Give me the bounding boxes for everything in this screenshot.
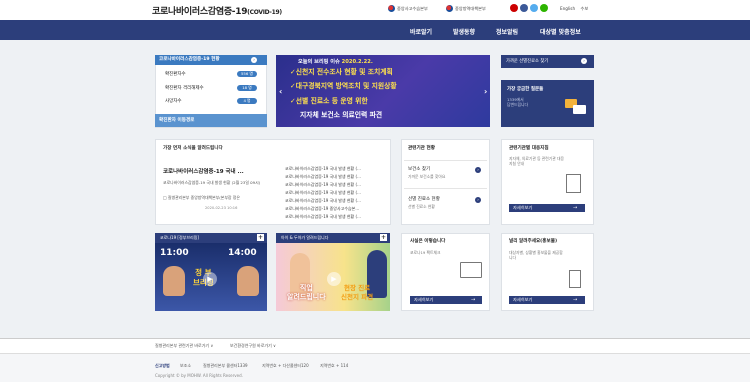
- banner-line-2: ✓선별 진료소 등 운영 위한: [290, 97, 368, 105]
- video2-caption-2: 현장 진료 신천지 파견: [341, 284, 374, 301]
- play-icon[interactable]: ▶: [327, 272, 341, 286]
- fact-title: 사실은 이렇습니다: [410, 239, 446, 244]
- facebook-icon[interactable]: [520, 4, 528, 12]
- guideline-desc: 지자체, 의료기관 등 관련기관 대응 지침 안내: [509, 156, 564, 166]
- footer-info-1: 보조소: [180, 363, 192, 368]
- related-arrow-icon-1[interactable]: ›: [475, 197, 481, 203]
- poster-icon: [569, 270, 581, 288]
- status-label-1: 확진환자 격리해제수: [165, 86, 204, 91]
- footer-link-0[interactable]: 질병관리본부 관련기관 바로가기 ∨: [155, 343, 213, 349]
- status-value-1: 18 명: [237, 85, 257, 91]
- gov-seal-icon: [446, 5, 453, 12]
- nav-item-3[interactable]: 대상별 맞춤정보: [540, 27, 581, 36]
- video1-time1: 11:00: [160, 248, 189, 258]
- utility-links: English 수보: [560, 6, 588, 12]
- document-icon: [566, 174, 581, 193]
- status-more-icon[interactable]: ›: [251, 57, 257, 63]
- nav-item-2[interactable]: 정보알림: [496, 27, 518, 36]
- footer-info-4: 지역번호 + 114: [320, 363, 349, 368]
- related-title: 관련기관 현황: [408, 146, 435, 151]
- arrow-right-icon: →: [573, 205, 578, 211]
- arrow-right-icon: →: [471, 297, 476, 303]
- route-link[interactable]: 확진환자 이동경로: [155, 114, 267, 127]
- footer-info-0[interactable]: 신고방법: [155, 363, 170, 369]
- news-title: 가장 먼저 소식을 알려드립니다: [163, 146, 223, 151]
- video2-more-icon[interactable]: +: [380, 234, 387, 241]
- featured-news-title[interactable]: 코로나바이러스감염증-19 국내 ...: [163, 167, 244, 175]
- banner-prev-icon[interactable]: ‹: [279, 87, 282, 96]
- video1-time2: 14:00: [228, 248, 257, 258]
- blog-icon[interactable]: [540, 4, 548, 12]
- faq-title: 가장 궁금한 질문들: [507, 87, 544, 92]
- divider: [404, 188, 487, 189]
- fact-desc: 코로나19 팩트체크: [410, 250, 441, 255]
- video1-more-icon[interactable]: +: [257, 234, 264, 241]
- speaker-photo-2: [237, 266, 259, 296]
- guideline-title: 관련기관별 대응지침: [509, 146, 549, 151]
- divider: [404, 160, 487, 161]
- banner-line-0: ✓신천지 전수조사 현황 및 조치계획: [290, 68, 393, 76]
- news-item-6[interactable]: 코로나바이러스감염증-19 국내 발생 현황 (...: [285, 214, 361, 220]
- nav-item-0[interactable]: 바로알기: [410, 27, 432, 36]
- youtube-icon[interactable]: [510, 4, 518, 12]
- nav-item-1[interactable]: 발생동향: [453, 27, 475, 36]
- play-icon[interactable]: ▶: [203, 272, 217, 286]
- banner-badge: 오늘의 브리핑 이슈 2020.2.22.: [298, 59, 373, 65]
- news-item-1[interactable]: 코로나바이러스감염증-19 국내 발생 현황 (...: [285, 174, 361, 180]
- featured-news-desc: 코로나바이러스감염증-19 국내 발생 현황 (2월 23일 09시): [163, 180, 261, 185]
- footer: [0, 353, 750, 382]
- banner-line-1: ✓대구경북지역 방역조치 및 지원상황: [290, 82, 397, 90]
- twitter-icon[interactable]: [530, 4, 538, 12]
- footer-info-3: 지역번호 + 다산콜센터120: [262, 363, 309, 368]
- footer-link-1[interactable]: 보건환경연구원 바로가기 ∨: [230, 343, 276, 349]
- related-item-1-desc: 선별 진료소 현황: [408, 204, 435, 209]
- video1-title: 코로나19 [정부브리핑]: [160, 235, 199, 240]
- footer-links-band: [0, 338, 750, 353]
- menu-link[interactable]: 수보: [580, 6, 588, 11]
- status-label-0: 확진환자수: [165, 72, 186, 77]
- status-value-0: 556 명: [237, 71, 257, 77]
- news-item-0[interactable]: 코로나바이러스감염증-19 국내 발생 현황 (...: [285, 166, 361, 172]
- chat-icon-2: [573, 105, 586, 114]
- site-header: [0, 0, 750, 18]
- video2-title: 아이 & 두아가 알려드립니다: [281, 235, 329, 240]
- notice-desc: 대상자별, 상황별 홍보물을 제공합 니다: [509, 250, 563, 260]
- related-card: [401, 139, 490, 225]
- notice-title: 널리 알려주세요(홍보물): [509, 239, 558, 244]
- site-title[interactable]: 코로나바이러스감염증-19(COVID-19): [152, 4, 282, 17]
- news-item-5[interactable]: 코로나바이러스감염증-19 중앙사고수습본...: [285, 206, 359, 212]
- arrow-right-icon: →: [573, 297, 578, 303]
- featured-news-src: □ 질병관리본부 중앙방역대책본부(본부장 정은: [163, 195, 240, 200]
- monitor-icon: [460, 262, 482, 278]
- gov-link-2[interactable]: 중앙방역대책본부: [446, 5, 486, 12]
- news-item-3[interactable]: 코로나바이러스감염증-19 국내 발생 현황 (...: [285, 190, 361, 196]
- related-arrow-icon-0[interactable]: ›: [475, 167, 481, 173]
- news-item-2[interactable]: 코로나바이러스감염증-19 국내 발생 현황 (...: [285, 182, 361, 188]
- related-item-0-desc: 가까운 보건소를 찾아요: [408, 174, 446, 179]
- gov-seal-icon: [388, 5, 395, 12]
- news-item-4[interactable]: 코로나바이러스감염증-19 국내 발생 현황 (...: [285, 198, 361, 204]
- gov-link-1[interactable]: 중앙사고수습본부: [388, 5, 428, 12]
- faq-desc: 1339에서 답변드립니다: [507, 97, 528, 107]
- banner-next-icon[interactable]: ›: [484, 87, 487, 96]
- related-item-0-title[interactable]: 보건소 찾기: [408, 166, 430, 172]
- clinic-arrow-icon: ›: [581, 58, 587, 64]
- status-value-2: 4 명: [237, 98, 257, 104]
- featured-news-date: 2020-02-23 10:16: [205, 206, 238, 210]
- banner-line-3: 지자체 보건소 의료인력 파견: [300, 111, 383, 119]
- copyright: Copyright © by MOHW. All Rights Reserved…: [155, 373, 243, 378]
- footer-info-2: 질병관리본부 콜센터1339: [203, 363, 248, 368]
- lang-link[interactable]: English: [560, 6, 575, 11]
- status-label-2: 사망자수: [165, 99, 182, 104]
- sns-links: [510, 4, 548, 12]
- main-nav: [0, 20, 750, 40]
- video2-caption: 직업 알려드립니다: [287, 284, 326, 301]
- related-item-1-title[interactable]: 선별 진료소 현황: [408, 196, 440, 202]
- speaker-photo-1: [163, 266, 185, 296]
